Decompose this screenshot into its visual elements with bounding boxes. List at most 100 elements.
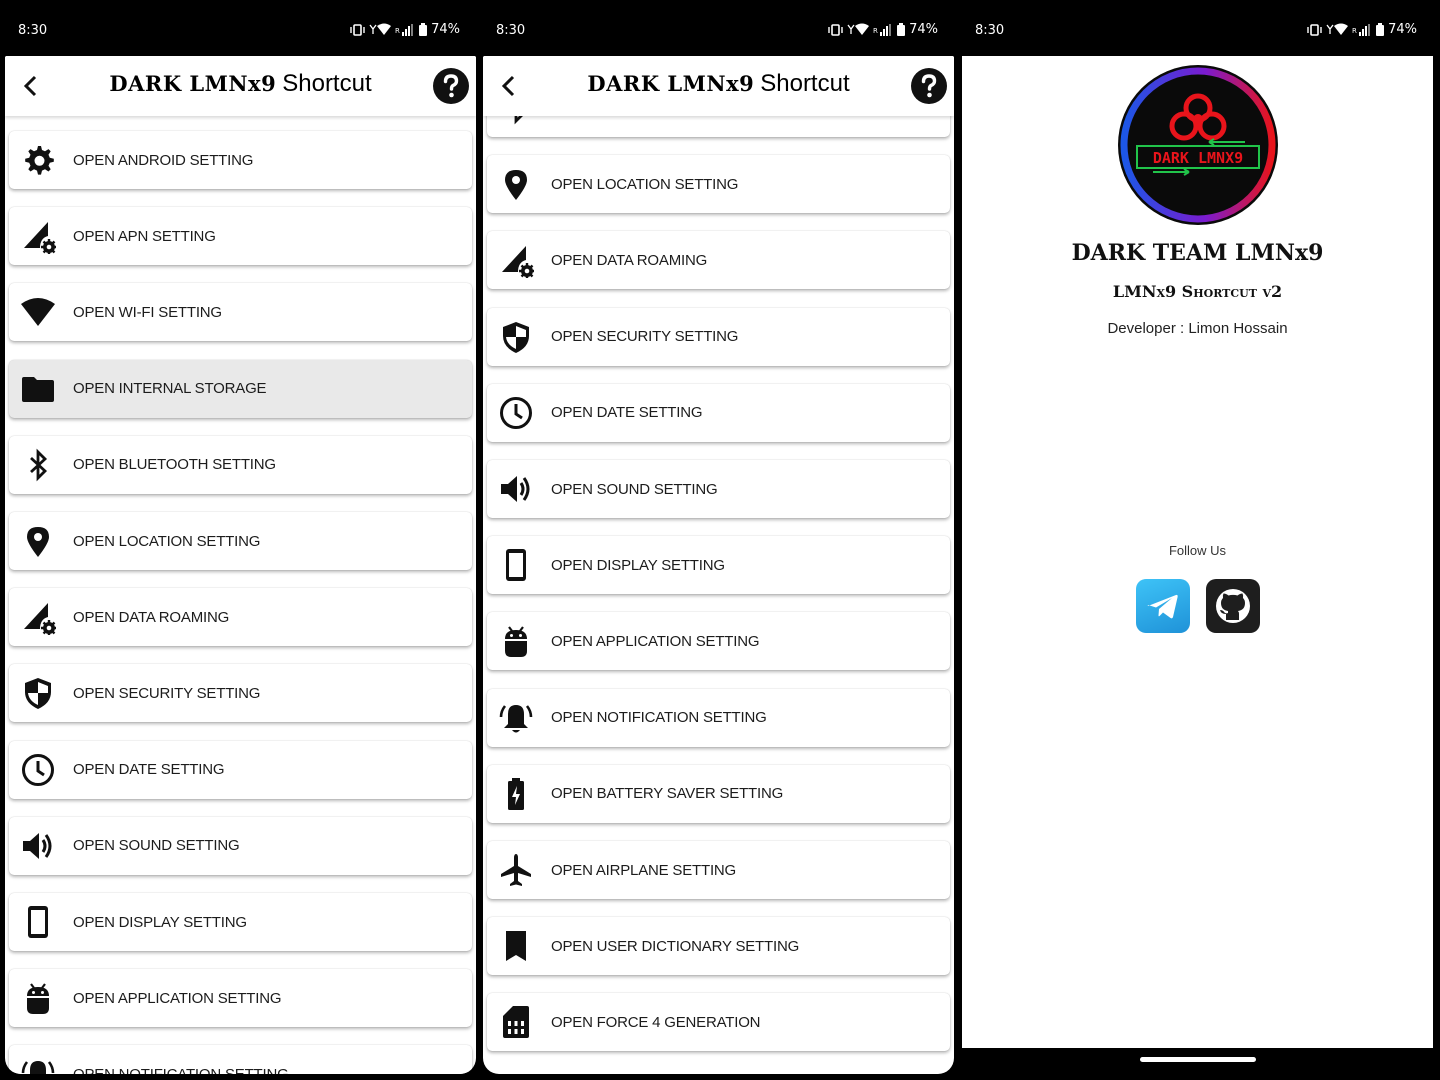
shield-icon [503,321,529,353]
bell-icon [21,1061,55,1074]
app-brand: DARK LMNx9 [587,71,755,96]
status-time: 8:30 [975,23,1005,38]
list-item-label: OPEN DATE SETTING [551,404,703,422]
status-time: 8:30 [496,23,526,38]
list-item-label: OPEN LOCATION SETTING [551,175,739,193]
list-item-icon-box [11,895,65,949]
list-item-icon-box [489,233,543,287]
wifi-icon [21,298,55,327]
android-icon [27,983,49,1015]
svg-text:R: R [873,27,878,35]
list-item-label: OPEN ANDROID SETTING [73,151,254,169]
svg-text:R: R [1352,27,1357,35]
list-item-icon-box [489,767,543,821]
wifi-status-icon [1326,23,1349,35]
volume-icon [23,832,52,859]
phone-screen-settings-list: 8:30 R 74% DARK LMNx9 Shortcut OPEN ANDRO… [0,0,478,1080]
list-item[interactable]: OPEN AIRPLANE SETTING [487,841,950,899]
list-item[interactable]: OPEN APPLICATION SETTING [487,612,950,671]
cell-signal-icon: R [1352,23,1371,36]
signal-gear-icon [24,222,56,255]
app-version: LMNx9 Shortcut v2 [1112,282,1283,301]
list-item[interactable]: OPEN SECURITY SETTING [487,307,950,366]
list-item-icon-box [489,310,543,364]
telegram-button[interactable] [1136,579,1190,633]
list-item-label: OPEN WI-FI SETTING [73,303,222,321]
status-bar: 8:30 R 74% [0,0,478,56]
phone-icon [506,549,526,582]
battery-percent: 74% [431,22,460,37]
list-item[interactable]: OPEN APN SETTING [9,207,472,266]
list-item[interactable]: OPEN SOUND SETTING [487,460,950,518]
list-item[interactable]: OPEN DISPLAY SETTING [9,893,472,951]
app-screen: DARK LMNx9 Shortcut OPEN ANDROID SETTING O… [5,56,476,1074]
list-item[interactable]: OPEN NOTIFICATION SETTING [487,688,950,747]
list-item-icon-box [11,743,65,797]
list-item[interactable]: OPEN APPLICATION SETTING [9,969,472,1028]
bookmark-icon [506,931,526,962]
list-item-icon-box [489,919,543,973]
list-item[interactable]: OPEN SECURITY SETTING [9,664,472,723]
list-item-icon-box [11,514,65,568]
list-item-label: OPEN SOUND SETTING [551,480,718,498]
developer-credit: Developer : Limon Hossain [1107,320,1288,337]
location-pin-icon [27,527,49,557]
help-icon[interactable] [910,67,948,105]
settings-list: OPEN BLUETOOTH SETTING OPEN LOCATION SETT… [483,116,954,1074]
list-item[interactable]: OPEN ANDROID SETTING [9,131,472,189]
vibrate-icon [828,23,843,36]
settings-list: OPEN ANDROID SETTING OPEN APN SETTING OPEN… [5,116,476,1074]
battery-percent: 74% [909,22,938,37]
list-item[interactable]: OPEN BLUETOOTH SETTING [9,435,472,494]
app-subtitle: Shortcut [760,70,850,97]
list-item[interactable]: OPEN DISPLAY SETTING [487,536,950,595]
list-item[interactable]: OPEN INTERNAL STORAGE [9,359,472,418]
team-name: DARK TEAM LMNx9 [1071,240,1324,266]
app-subtitle: Shortcut [282,70,372,97]
clock-icon [500,396,532,429]
list-item-label: OPEN DISPLAY SETTING [551,556,725,574]
list-item-label: OPEN BATTERY SAVER SETTING [551,785,784,803]
list-item[interactable]: OPEN DATE SETTING [9,740,472,799]
list-item[interactable]: OPEN DATA ROAMING [487,231,950,290]
follow-us-label: Follow Us [1168,543,1227,558]
list-item[interactable]: OPEN DATA ROAMING [9,588,472,647]
list-item-label: OPEN APPLICATION SETTING [73,989,282,1007]
location-pin-icon [505,170,527,201]
list-item-icon-box [11,971,65,1025]
list-item[interactable]: OPEN SOUND SETTING [9,816,472,875]
list-item-icon-box [11,438,65,492]
list-item[interactable]: OPEN BATTERY SAVER SETTING [487,764,950,823]
list-item[interactable]: OPEN FORCE 4 GENERATION [487,993,950,1052]
list-item[interactable]: OPEN NOTIFICATION SETTING [9,1045,472,1074]
folder-icon [22,376,54,402]
list-item[interactable]: OPEN LOCATION SETTING [9,512,472,570]
list-item[interactable]: OPEN LOCATION SETTING [487,155,950,214]
list-item-label: OPEN SECURITY SETTING [551,328,739,346]
bluetooth-icon [30,448,48,482]
list-item-label: OPEN DATA ROAMING [73,608,230,626]
telegram-icon [1147,594,1178,619]
list-item-label: OPEN APPLICATION SETTING [551,632,760,650]
list-item[interactable]: OPEN WI-FI SETTING [9,283,472,342]
list-item-label: OPEN SECURITY SETTING [73,684,261,702]
github-button[interactable] [1206,579,1260,633]
battery-icon [897,23,906,36]
help-icon[interactable] [432,67,470,105]
list-item[interactable]: OPEN BLUETOOTH SETTING [487,116,950,137]
list-item[interactable]: OPEN USER DICTIONARY SETTING [487,917,950,976]
list-item-icon-box [489,843,543,897]
list-item-icon-box [489,691,543,745]
app-screen: DARK LMNx9Shortcut OPEN BLUETOOTH SETTIN… [483,56,954,1074]
battery-icon [1376,23,1385,36]
wifi-status-icon [369,23,392,35]
bell-icon [499,704,533,733]
list-item[interactable]: OPEN DATE SETTING [487,383,950,442]
clock-icon [22,753,54,786]
app-title: DARK LMNx9 Shortcut [483,70,954,98]
svg-text:R: R [395,27,400,35]
list-item-label: OPEN SOUND SETTING [73,837,240,855]
list-item-label: OPEN APN SETTING [73,227,216,245]
gesture-nav-bar[interactable] [1140,1057,1256,1062]
app-title: DARK LMNx9 Shortcut [5,70,476,98]
